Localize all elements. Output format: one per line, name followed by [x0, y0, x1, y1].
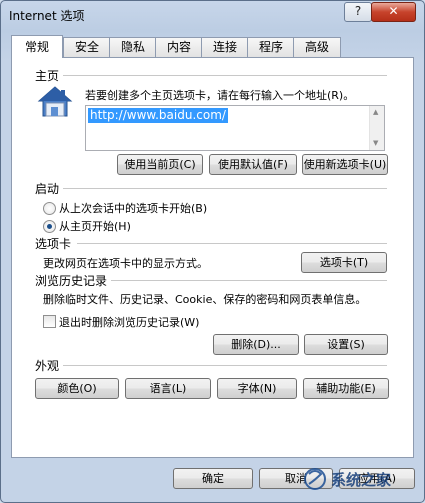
startup-last-session-radio[interactable]: [43, 202, 56, 215]
ok-button[interactable]: 确定: [173, 468, 253, 489]
tabs-heading: 选项卡: [35, 237, 72, 251]
startup-homepage-radio[interactable]: [43, 220, 56, 233]
history-description: 删除临时文件、历史记录、Cookie、保存的密码和网页表单信息。: [43, 293, 367, 306]
tabs-description: 更改网页在选项卡中的显示方式。: [43, 257, 208, 270]
homepage-heading: 主页: [35, 69, 60, 83]
tab-privacy[interactable]: 隐私: [109, 37, 157, 57]
startup-last-session-label[interactable]: 从上次会话中的选项卡开始(B): [59, 200, 207, 216]
accessibility-button[interactable]: 辅助功能(E): [303, 378, 389, 399]
help-button[interactable]: ?: [344, 2, 372, 22]
internet-options-window: Internet 选项 ? ✕ 常规 安全 隐私 内容 连接 程序 高级 主页 …: [0, 0, 425, 503]
watermark-text: 系统之家: [331, 471, 391, 489]
window-title: Internet 选项: [9, 9, 85, 23]
close-button[interactable]: ✕: [371, 2, 416, 22]
delete-history-on-exit-checkbox[interactable]: [43, 315, 56, 328]
tab-general[interactable]: 常规: [11, 35, 63, 58]
watermark-logo: 系统之家: [304, 468, 391, 490]
tab-security[interactable]: 安全: [63, 37, 111, 57]
delete-history-button[interactable]: 删除(D)...: [213, 334, 299, 355]
homepage-divider: [63, 75, 387, 77]
appearance-divider: [63, 365, 387, 367]
homepage-description: 若要创建多个主页选项卡，请在每行输入一个地址(R)。: [85, 89, 355, 102]
use-current-button[interactable]: 使用当前页(C): [117, 154, 203, 175]
use-default-button[interactable]: 使用默认值(F): [209, 154, 297, 175]
startup-homepage-label[interactable]: 从主页开始(H): [59, 218, 131, 234]
house-icon: [37, 86, 73, 117]
colors-button[interactable]: 颜色(O): [35, 378, 119, 399]
fonts-button[interactable]: 字体(N): [217, 378, 297, 399]
scroll-down-icon[interactable]: ▼: [373, 139, 378, 147]
tab-connections[interactable]: 连接: [201, 37, 249, 57]
tab-programs[interactable]: 程序: [247, 37, 295, 57]
title-bar[interactable]: Internet 选项 ? ✕: [1, 1, 424, 29]
delete-history-on-exit-label[interactable]: 退出时删除浏览历史记录(W): [59, 314, 199, 330]
tabs-divider: [77, 243, 387, 245]
url-scrollbar[interactable]: ▲ ▼: [369, 106, 384, 150]
startup-divider: [63, 188, 387, 190]
history-divider: [111, 280, 387, 282]
tabs-settings-button[interactable]: 选项卡(T): [301, 252, 387, 273]
use-new-tab-button[interactable]: 使用新选项卡(U): [302, 154, 388, 175]
tab-advanced[interactable]: 高级: [293, 37, 341, 57]
tab-content[interactable]: 内容: [155, 37, 203, 57]
history-heading: 浏览历史记录: [35, 274, 108, 288]
scroll-up-icon[interactable]: ▲: [373, 108, 378, 116]
appearance-heading: 外观: [35, 359, 60, 373]
homepage-url-input[interactable]: http://www.baidu.com/ ▲ ▼: [85, 105, 385, 151]
history-settings-button[interactable]: 设置(S): [304, 334, 388, 355]
startup-heading: 启动: [35, 182, 60, 196]
homepage-url-text: http://www.baidu.com/: [88, 108, 228, 123]
languages-button[interactable]: 语言(L): [125, 378, 211, 399]
